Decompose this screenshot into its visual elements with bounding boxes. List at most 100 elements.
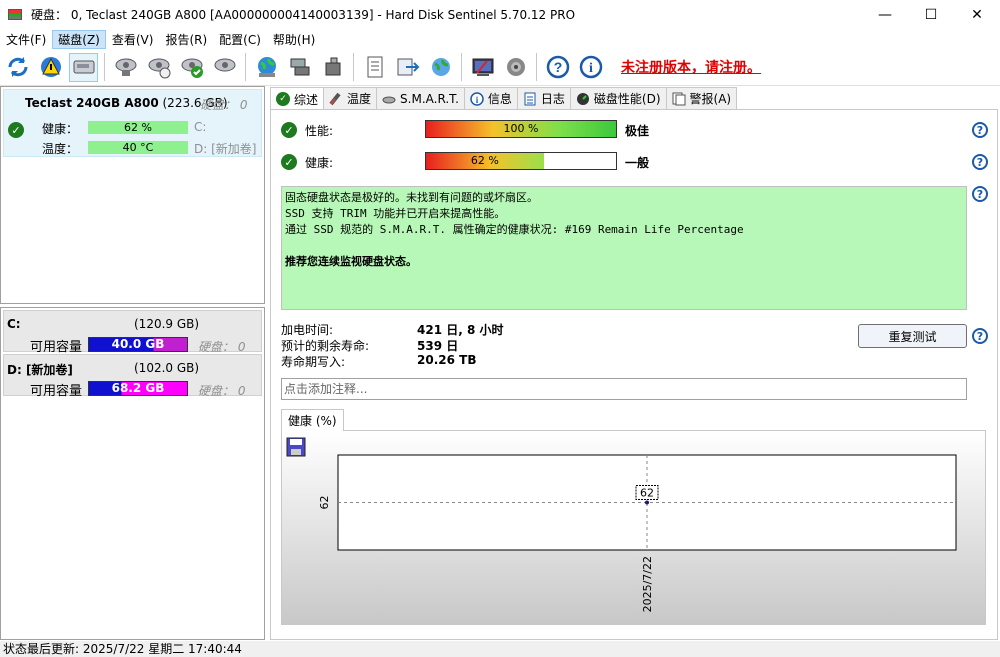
server-icon[interactable] (318, 53, 347, 82)
power-on-label: 加电时间: (281, 323, 334, 337)
health-rating: 一般 (625, 156, 650, 170)
x-tick-label: 2025/7/22 (641, 556, 654, 612)
volume-size: (120.9 GB) (134, 317, 200, 331)
drive-d-label: D: [新加卷] (194, 142, 257, 156)
retest-button[interactable]: 重复测试 (858, 324, 967, 348)
volume-c[interactable]: C: (120.9 GB) 可用容量 40.0 GB 硬盘： 0 (3, 310, 262, 355)
disk-check-icon[interactable] (177, 53, 206, 82)
retest-help-icon[interactable]: ? (972, 328, 988, 344)
menu-file[interactable]: 文件(F) (0, 30, 52, 49)
maximize-button[interactable]: ☐ (908, 0, 954, 29)
tab-temperature[interactable]: 温度 (323, 87, 378, 109)
sound-icon[interactable] (501, 53, 530, 82)
network-disk-icon[interactable] (285, 53, 314, 82)
volume-size: (102.0 GB) (134, 361, 200, 375)
alert-doc-icon (672, 92, 686, 106)
data-point (645, 500, 649, 505)
tab-alerts[interactable]: 警报(A) (665, 87, 738, 109)
chart-tab-health[interactable]: 健康 (%) (281, 409, 344, 431)
disk-name: Teclast 240GB A800 (25, 96, 159, 110)
send-report-icon[interactable] (393, 53, 422, 82)
performance-bar-fill: 100 % (426, 121, 616, 137)
refresh-icon[interactable] (3, 53, 32, 82)
close-button[interactable]: ✕ (954, 0, 1000, 29)
settings-icon[interactable] (468, 53, 497, 82)
health-label: 健康： (42, 122, 79, 136)
alert-icon[interactable] (36, 53, 65, 82)
performance-help-icon[interactable]: ? (972, 122, 988, 138)
gauge-icon (576, 92, 590, 106)
tab-info[interactable]: i 信息 (463, 87, 518, 109)
recommendation: 推荐您连续监视硬盘状态。 (285, 255, 417, 268)
tab-performance[interactable]: 磁盘性能(D) (569, 87, 667, 109)
status-help-icon[interactable]: ? (972, 186, 988, 202)
free-space-label: 可用容量 (30, 384, 83, 399)
free-space-bar: 68.2 GB (88, 381, 188, 396)
volume-disk-index: 硬盘： 0 (198, 340, 246, 354)
web-report-icon[interactable] (426, 53, 455, 82)
drive-c-label: C: (194, 120, 207, 134)
menu-help[interactable]: 帮助(H) (267, 30, 321, 49)
health-chart: 62 62 2025/7/22 (318, 454, 957, 612)
health-check-icon: ✓ (281, 154, 297, 170)
remaining-life-value: 539 日 (417, 339, 459, 353)
disk-surface-icon[interactable] (144, 53, 173, 82)
free-space-bar: 40.0 GB (88, 337, 188, 352)
smart-icon (382, 92, 396, 106)
menu-view[interactable]: 查看(V) (106, 30, 160, 49)
report-icon[interactable] (360, 53, 389, 82)
tab-smart[interactable]: S.M.A.R.T. (376, 87, 465, 109)
tab-overview[interactable]: ✓ 综述 (270, 87, 325, 110)
status-line: SSD 支持 TRIM 功能并已开启来提高性能。 (285, 207, 506, 220)
status-description: 固态硬盘状态是极好的。未找到有问题的或坏扇区。 SSD 支持 TRIM 功能并已… (281, 186, 967, 310)
health-check-icon: ✓ (8, 122, 24, 138)
tab-log[interactable]: 日志 (516, 87, 571, 109)
health-help-icon[interactable]: ? (972, 154, 988, 170)
toolbar: ? i 未注册版本，请注册。 (0, 49, 1000, 86)
info-icon[interactable]: i (576, 53, 605, 82)
info-icon: i (470, 91, 484, 106)
disk-title: Teclast 240GB A800 (223.6 GB) (25, 96, 228, 110)
health-bar: 62 % (425, 152, 617, 170)
volume-disk-index: 硬盘： 0 (198, 384, 246, 398)
disk-tool-icon[interactable] (210, 53, 239, 82)
y-tick-label: 62 (318, 496, 331, 510)
svg-text:i: i (589, 61, 593, 76)
disk-info-icon[interactable] (69, 52, 98, 82)
note-input[interactable]: 点击添加注释... (281, 378, 967, 400)
volume-list-panel: C: (120.9 GB) 可用容量 40.0 GB 硬盘： 0 D: [新加卷… (0, 307, 265, 640)
thermometer-icon (329, 92, 343, 106)
data-label: 62 (640, 487, 654, 500)
disk-test-icon[interactable] (111, 53, 140, 82)
volume-d[interactable]: D: [新加卷] (102.0 GB) 可用容量 68.2 GB 硬盘： 0 (3, 354, 262, 399)
free-space-label: 可用容量 (30, 340, 83, 355)
tab-bar: ✓ 综述 温度 S.M.A.R.T. i 信息 日志 磁盘性能(D) 警报(A) (270, 87, 738, 110)
health-bar-fill: 62 % (426, 153, 544, 169)
globe-icon[interactable] (252, 53, 281, 82)
temp-mini-bar: 40 °C (88, 141, 188, 154)
performance-label: 性能: (305, 124, 334, 138)
performance-rating: 极佳 (625, 124, 650, 138)
performance-check-icon: ✓ (281, 122, 297, 138)
menu-disk[interactable]: 磁盘(Z) (52, 29, 106, 49)
overview-panel: ✓ 性能: 100 % 极佳 ? ✓ 健康: 62 % 一般 ? 固态硬盘状态是… (270, 109, 998, 640)
performance-bar: 100 % (425, 120, 617, 138)
help-icon[interactable]: ? (543, 53, 572, 82)
status-line: 固态硬盘状态是极好的。未找到有问题的或坏扇区。 (285, 191, 538, 204)
menu-config[interactable]: 配置(C) (213, 30, 267, 49)
minimize-button[interactable]: — (862, 0, 908, 29)
disk-card[interactable]: Teclast 240GB A800 (223.6 GB) 硬盘： 0 ✓ 健康… (3, 89, 262, 157)
remaining-life-label: 预计的剩余寿命: (281, 339, 370, 353)
title-bar: 硬盘： 0, Teclast 240GB A800 [AA00000000414… (0, 0, 1000, 29)
status-line: 通过 SSD 规范的 S.M.A.R.T. 属性确定的健康状况: #169 Re… (285, 223, 744, 236)
menu-bar: 文件(F) 磁盘(Z) 查看(V) 报告(R) 配置(C) 帮助(H) (0, 29, 1000, 49)
power-on-value: 421 日, 8 小时 (417, 323, 504, 337)
menu-report[interactable]: 报告(R) (159, 30, 213, 49)
disk-index: 硬盘： 0 (200, 98, 248, 112)
window-title: 硬盘： 0, Teclast 240GB A800 [AA00000000414… (31, 8, 576, 22)
unregistered-link[interactable]: 未注册版本，请注册。 (621, 57, 761, 77)
temp-label: 温度： (42, 142, 79, 156)
health-mini-bar: 62 % (88, 121, 188, 134)
lifetime-writes-value: 20.26 TB (417, 353, 477, 367)
check-icon: ✓ (276, 92, 290, 106)
